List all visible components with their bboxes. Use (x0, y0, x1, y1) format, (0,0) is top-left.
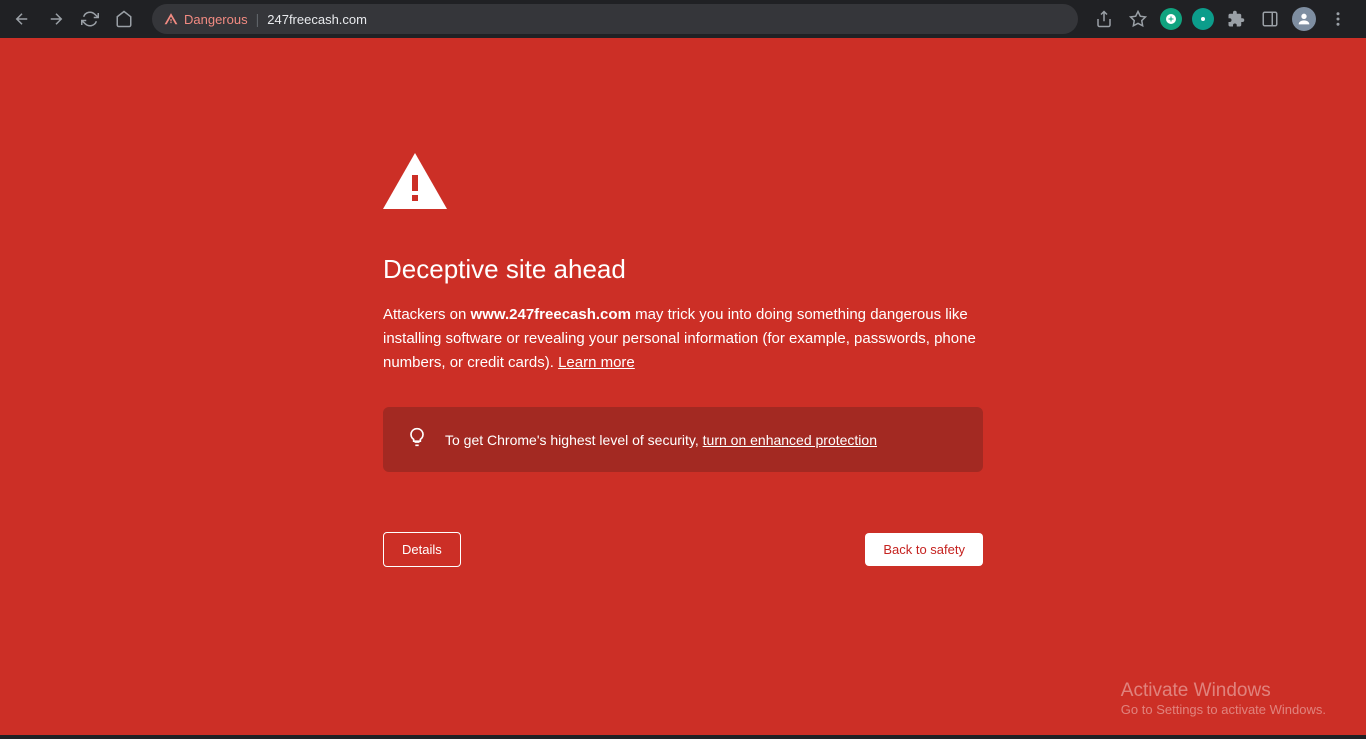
warning-page: Deceptive site ahead Attackers on www.24… (0, 38, 1366, 735)
warning-body-domain: www.247freecash.com (471, 306, 631, 323)
warning-body: Attackers on www.247freecash.com may tri… (383, 303, 983, 375)
info-box-text: To get Chrome's highest level of securit… (445, 432, 877, 448)
warning-title: Deceptive site ahead (383, 254, 983, 285)
extension-grammarly-icon[interactable] (1160, 8, 1182, 30)
danger-label-text: Dangerous (184, 12, 248, 27)
side-panel-icon[interactable] (1258, 7, 1282, 31)
warning-body-prefix: Attackers on (383, 306, 471, 323)
address-bar[interactable]: Dangerous | 247freecash.com (152, 4, 1078, 34)
share-icon[interactable] (1092, 7, 1116, 31)
details-button[interactable]: Details (383, 532, 461, 567)
warning-large-icon (383, 153, 983, 214)
warning-content: Deceptive site ahead Attackers on www.24… (383, 153, 983, 735)
forward-button[interactable] (42, 5, 70, 33)
back-button[interactable] (8, 5, 36, 33)
learn-more-link[interactable]: Learn more (558, 354, 635, 371)
menu-dots-icon[interactable] (1326, 7, 1350, 31)
toolbar-right (1084, 7, 1358, 31)
back-to-safety-button[interactable]: Back to safety (865, 533, 983, 566)
extensions-puzzle-icon[interactable] (1224, 7, 1248, 31)
lightbulb-icon (407, 427, 427, 452)
profile-avatar[interactable] (1292, 7, 1316, 31)
home-button[interactable] (110, 5, 138, 33)
extension-icon[interactable] (1192, 8, 1214, 30)
activate-title: Activate Windows (1121, 680, 1326, 702)
activate-windows-watermark: Activate Windows Go to Settings to activ… (1121, 680, 1326, 717)
activate-subtitle: Go to Settings to activate Windows. (1121, 702, 1326, 717)
danger-indicator: Dangerous (164, 12, 248, 27)
url-text: 247freecash.com (267, 12, 367, 27)
warning-triangle-icon (164, 12, 178, 26)
info-prefix: To get Chrome's highest level of securit… (445, 432, 703, 448)
bookmark-star-icon[interactable] (1126, 7, 1150, 31)
reload-button[interactable] (76, 5, 104, 33)
button-row: Details Back to safety (383, 532, 983, 567)
url-divider: | (256, 11, 260, 27)
info-box: To get Chrome's highest level of securit… (383, 407, 983, 472)
enhanced-protection-link[interactable]: turn on enhanced protection (703, 432, 877, 448)
browser-toolbar: Dangerous | 247freecash.com (0, 0, 1366, 38)
